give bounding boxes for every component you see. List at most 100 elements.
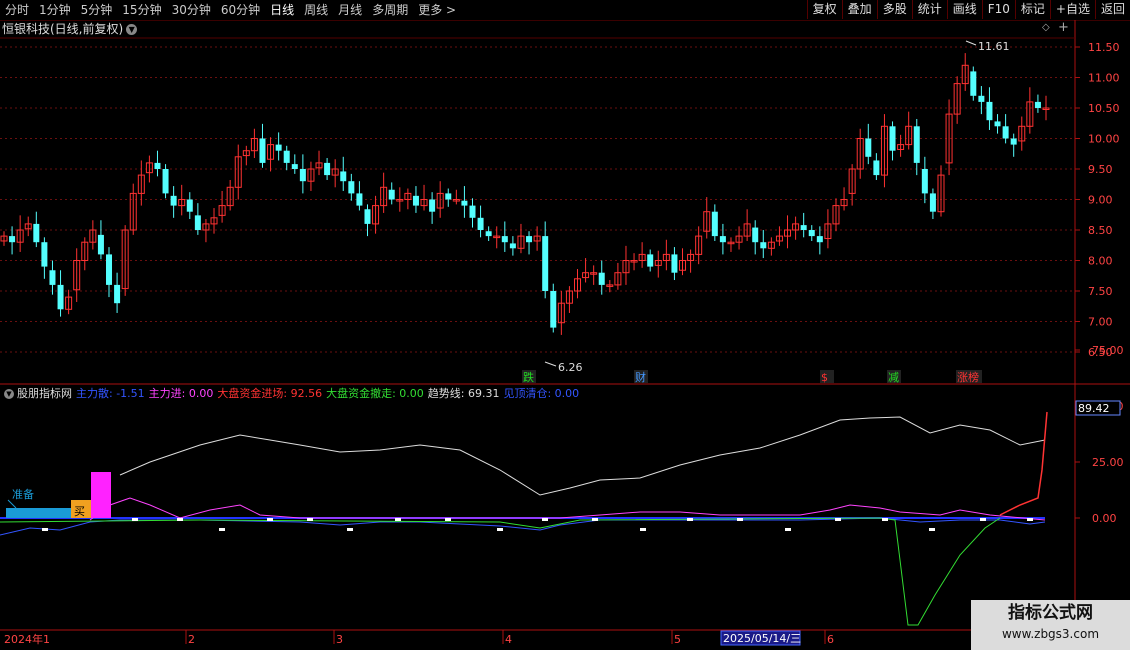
candle-body-down	[162, 169, 169, 194]
price-tick-label: 11.50	[1088, 41, 1120, 54]
candle-body-down	[978, 95, 985, 102]
month-label-3: 5	[674, 633, 681, 646]
signal-tick	[882, 518, 888, 521]
signal-tick	[307, 518, 313, 521]
main-force-in-line	[89, 497, 1046, 521]
candle-body-down	[711, 211, 718, 237]
signal-tick	[267, 518, 273, 521]
candle-body-down	[469, 205, 476, 218]
price-tick-label: 10.00	[1088, 133, 1120, 146]
signal-tick	[1027, 518, 1033, 521]
high-price-label: 11.61	[978, 40, 1010, 53]
signal-tick	[347, 528, 353, 531]
candle-body-down	[800, 225, 807, 230]
market-capital-out-line	[0, 517, 1001, 626]
candle-body-down	[509, 243, 516, 249]
signal-tick	[980, 518, 986, 521]
signal-tick	[592, 518, 598, 521]
price-tick-label: 11.00	[1088, 72, 1120, 85]
month-label-2: 4	[505, 633, 512, 646]
indicator-legend: ▼ 股朋指标网 主力散: -1.51 主力进: 0.00 大盘资金进场: 92.56 大盘…	[4, 386, 583, 402]
candle-body-down	[752, 227, 759, 243]
indicator-tick-label: 75.00	[1092, 344, 1124, 357]
signal-tick	[497, 528, 503, 531]
candle-body-down	[170, 195, 177, 206]
chevron-down-icon[interactable]: ▼	[4, 389, 14, 399]
price-tick-label: 8.50	[1088, 224, 1113, 237]
candle-body-down	[808, 230, 815, 237]
event-marker-0: 跌	[523, 370, 534, 384]
trend-line	[119, 416, 1046, 496]
candle-body-down	[986, 101, 993, 121]
indicator-current-value: 89.42	[1078, 402, 1110, 415]
signal-tick	[42, 528, 48, 531]
high-pointer	[965, 40, 977, 46]
candle-body-down	[283, 150, 290, 163]
candle-body-down	[106, 254, 113, 285]
indicator-legend-item-2: 大盘资金进场: 92.56	[217, 387, 323, 400]
candle-body-down	[97, 234, 104, 255]
event-marker-1: 财	[635, 370, 646, 384]
candle-body-down	[324, 162, 331, 176]
candle-body-down	[291, 164, 298, 169]
candle-body-down	[889, 126, 896, 151]
price-tick-label: 9.50	[1088, 163, 1113, 176]
candle-body-down	[299, 169, 306, 182]
candle-body-down	[921, 169, 928, 194]
candle-body-down	[364, 209, 371, 224]
prepare-pointer	[7, 499, 17, 509]
watermark-url: www.zbgs3.com	[1001, 627, 1100, 641]
event-marker-4: 涨榜	[957, 370, 979, 384]
candle-body-down	[929, 193, 936, 212]
candle-body-down	[1034, 101, 1041, 108]
candle-body-down	[671, 254, 678, 273]
candle-body-down	[154, 162, 161, 169]
indicator-legend-item-4: 趋势线: 69.31	[427, 387, 500, 400]
indicator-legend-item-1: 主力进: 0.00	[148, 387, 214, 400]
candle-body-down	[816, 236, 823, 243]
candle-body-down	[57, 284, 64, 310]
candle-body-down	[340, 171, 347, 182]
signal-tick	[835, 518, 841, 521]
price-tick-label: 7.00	[1088, 316, 1113, 329]
candle-body-down	[477, 217, 484, 230]
month-label-0: 2	[188, 633, 195, 646]
candle-body-down	[760, 242, 767, 249]
watermark: 指标公式网 www.zbgs3.com	[971, 600, 1130, 650]
candle-body-down	[913, 126, 920, 163]
prepare-bar	[6, 508, 72, 518]
candle-body-down	[186, 199, 193, 212]
price-tick-label: 7.50	[1088, 285, 1113, 298]
candle-body-down	[501, 236, 508, 243]
date-year-label: 2024年1	[4, 632, 50, 646]
prepare-label: 准备	[12, 487, 34, 501]
candle-body-down	[461, 200, 468, 206]
event-marker-2: $	[821, 371, 828, 384]
candle-body-down	[719, 236, 726, 243]
price-tick-label: 8.00	[1088, 255, 1113, 268]
signal-tick	[219, 528, 225, 531]
candle-body-down	[348, 181, 355, 194]
candle-body-down	[994, 121, 1001, 127]
candle-body-down	[49, 270, 56, 285]
candle-body-down	[412, 195, 419, 206]
candle-body-down	[970, 71, 977, 96]
cursor-date-label: 2025/05/14/三	[723, 632, 801, 645]
signal-tick	[177, 518, 183, 521]
price-tick-label: 9.00	[1088, 194, 1113, 207]
signal-tick	[132, 518, 138, 521]
market-capital-in-line	[999, 411, 1048, 516]
watermark-title: 指标公式网	[1008, 603, 1093, 623]
signal-tick	[395, 518, 401, 521]
candle-body-down	[526, 236, 533, 243]
candle-body-down	[873, 160, 880, 176]
signal-tick	[640, 528, 646, 531]
candle-body-down	[485, 231, 492, 237]
candle-body-down	[388, 189, 395, 200]
candle-body-down	[356, 193, 363, 206]
indicator-tick-label: 0.00	[1092, 512, 1117, 525]
low-pointer	[544, 361, 557, 367]
candle-body-down	[598, 272, 605, 285]
price-tick-label: 10.50	[1088, 102, 1120, 115]
kline-chart[interactable]: 11.50 11.00 10.50 10.00 9.50 9.00 8.50 8.00 7.50…	[0, 0, 1130, 650]
